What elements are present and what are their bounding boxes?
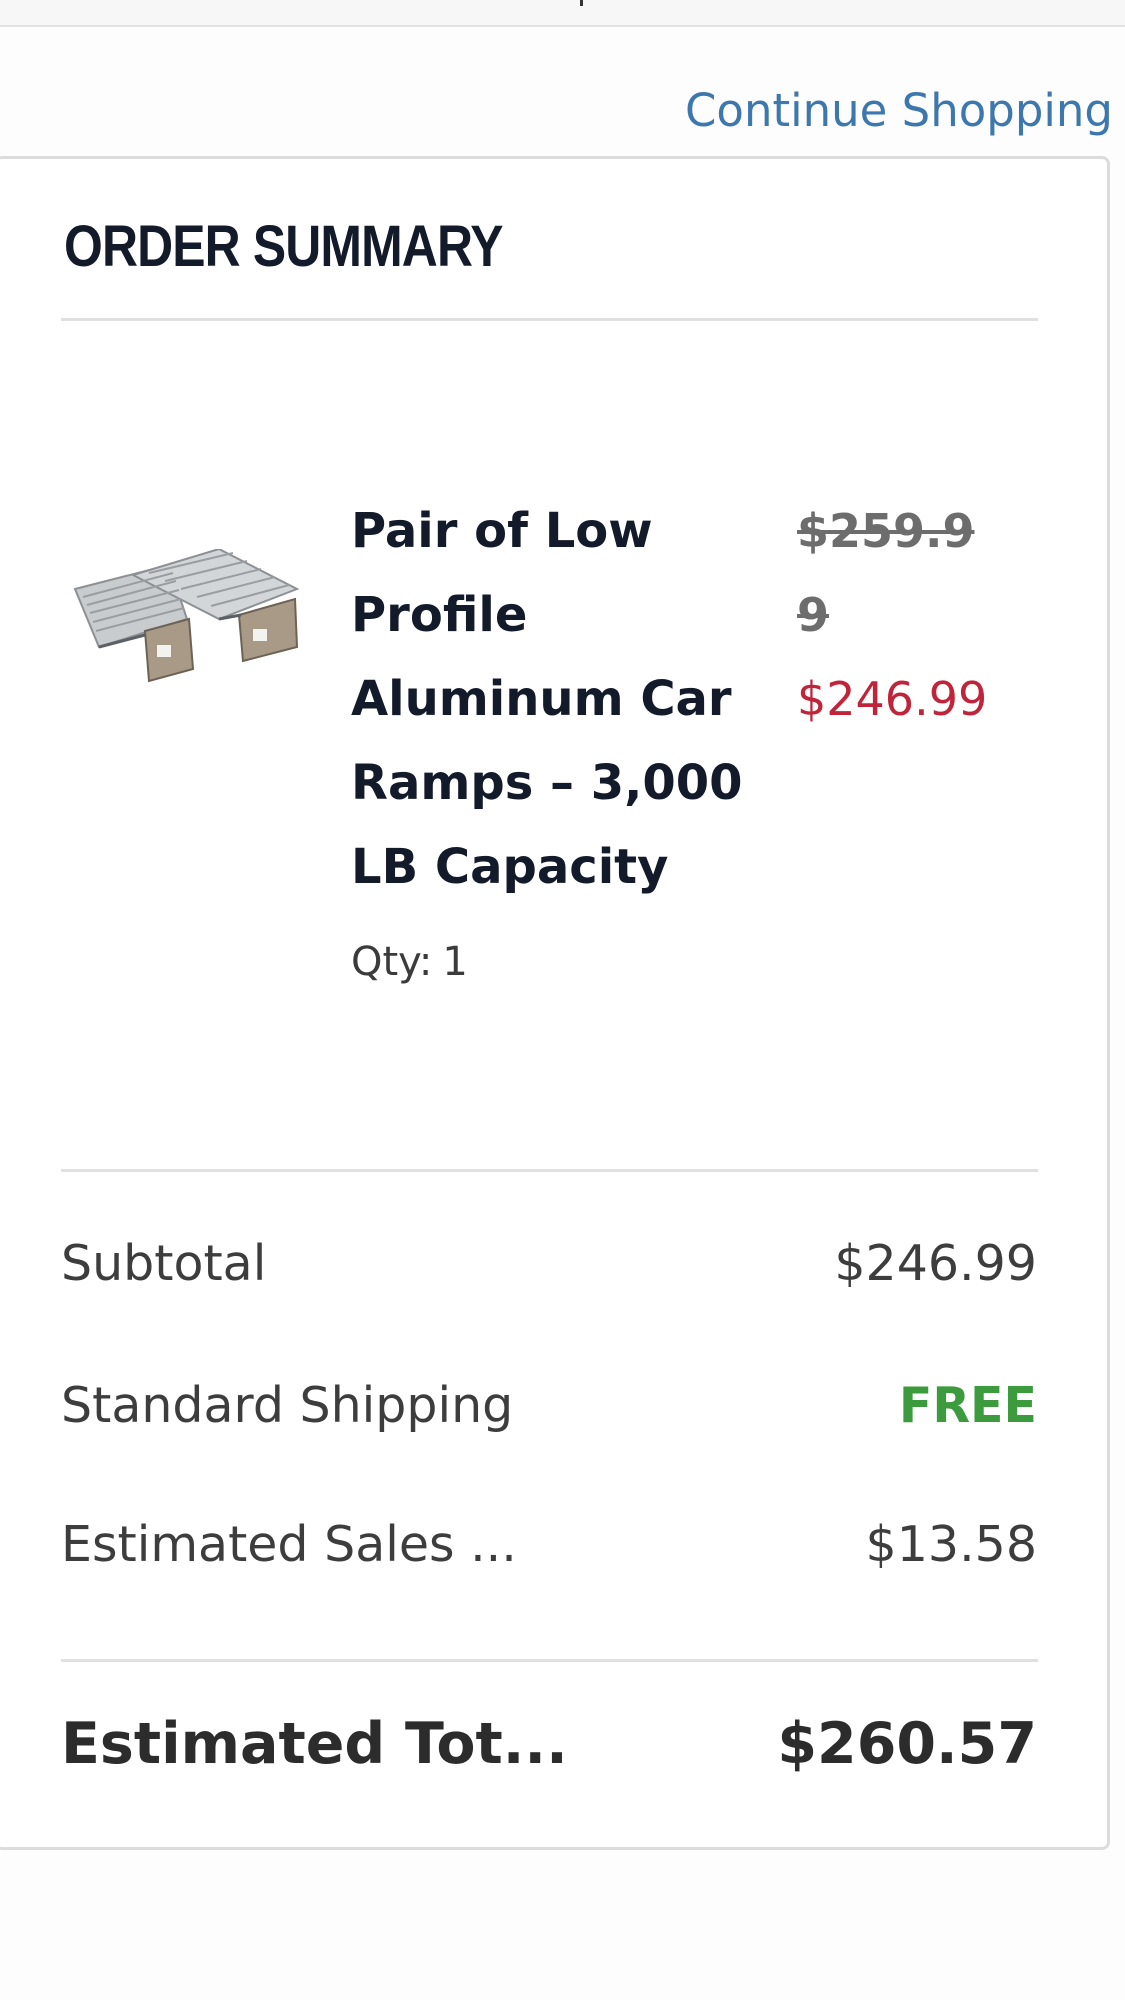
tax-value: $13.58 xyxy=(865,1516,1037,1573)
shipping-label: Standard Shipping xyxy=(61,1377,514,1434)
quantity: Qty: 1 xyxy=(351,939,468,985)
sale-price: $246.99 xyxy=(797,672,988,726)
price-block: $259.99 $246.99 xyxy=(797,489,1017,741)
tax-row[interactable]: Estimated Sales ... $13.58 xyxy=(61,1516,1037,1586)
divider-bottom xyxy=(61,1659,1038,1662)
total-label: Estimated Tot... xyxy=(61,1711,568,1777)
total-row: Estimated Tot... $260.57 xyxy=(61,1711,1037,1781)
divider-middle xyxy=(61,1169,1038,1172)
shipping-value: FREE xyxy=(898,1377,1037,1434)
original-price: $259.99 xyxy=(797,504,975,642)
order-summary-card: ORDER SUMMARY Pair of Low Profile Alumin… xyxy=(0,156,1110,1850)
product-name[interactable]: Pair of Low Profile Aluminum Car Ramps –… xyxy=(351,489,781,909)
order-summary-title: ORDER SUMMARY xyxy=(64,214,504,279)
top-bar xyxy=(0,0,1125,27)
subtotal-row: Subtotal $246.99 xyxy=(61,1235,1037,1305)
divider-top xyxy=(61,318,1038,321)
quantity-label: Qty: xyxy=(351,939,433,985)
car-ramps-product-image[interactable] xyxy=(69,549,299,699)
top-bar-fragment xyxy=(580,0,583,6)
subtotal-label: Subtotal xyxy=(61,1235,267,1292)
quantity-value: 1 xyxy=(442,939,468,985)
tax-label[interactable]: Estimated Sales ... xyxy=(61,1516,517,1573)
subtotal-value: $246.99 xyxy=(834,1235,1037,1292)
continue-shopping-link[interactable]: Continue Shopping xyxy=(685,84,1113,138)
total-value: $260.57 xyxy=(777,1711,1037,1777)
shipping-row: Standard Shipping FREE xyxy=(61,1377,1037,1447)
